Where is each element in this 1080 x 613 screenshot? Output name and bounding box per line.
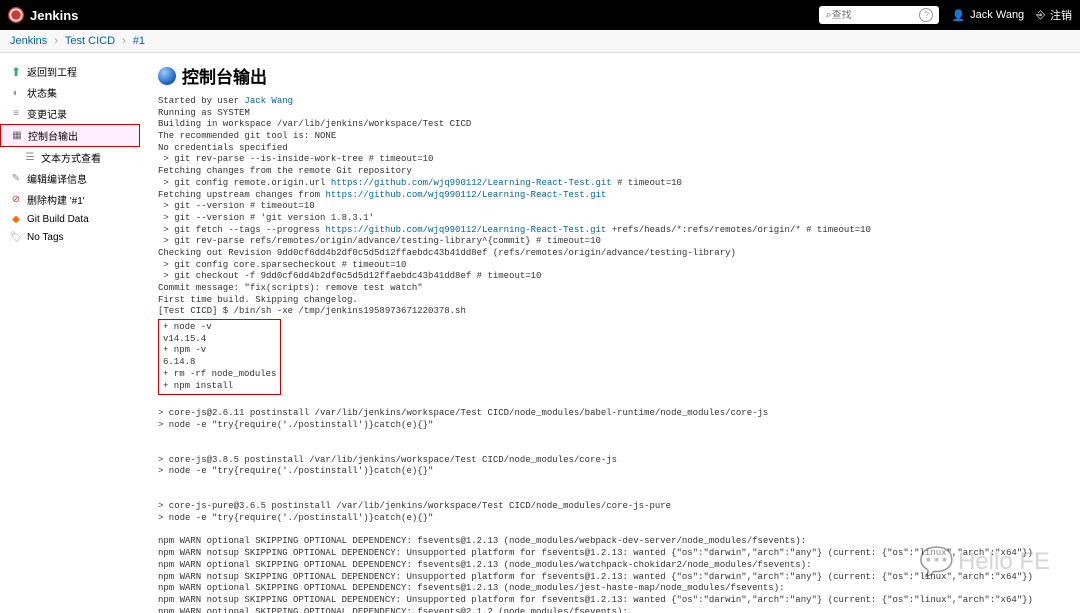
header-right: ⌕ ? 👤 Jack Wang ⎆ 注销 [819,6,1072,24]
breadcrumb-item[interactable]: Jenkins [10,35,47,47]
header-left: Jenkins [8,7,78,23]
git-url-link[interactable]: https://github.com/wjq990112/Learning-Re… [331,178,612,188]
sidebar-item-label: 状态集 [27,85,57,100]
breadcrumb-sep: › [122,35,126,47]
search-input[interactable] [832,10,912,21]
sidebar-item-text-view[interactable]: ☰ 文本方式查看 [0,147,140,168]
sidebar-item-label: 返回到工程 [27,64,77,79]
sidebar-item-console[interactable]: ▦ 控制台输出 [0,124,140,147]
console-text: +refs/heads/*:refs/remotes/origin/* # ti… [158,225,871,317]
jenkins-logo-icon[interactable] [8,7,24,23]
main: ⬆ 返回到工程 ◐ 状态集 ≡ 变更记录 ▦ 控制台输出 ☰ 文本方式查看 ✎ 编辑编译信息… [0,53,1080,613]
sidebar-item-label: Git Build Data [27,214,89,225]
logout-label[interactable]: 注销 [1050,7,1072,23]
breadcrumb-sep: › [54,35,58,47]
status-icon: ◐ [10,87,22,99]
sidebar-item-label: 控制台输出 [28,128,78,143]
globe-icon [158,67,176,85]
breadcrumb: Jenkins › Test CICD › #1 [0,30,1080,53]
breadcrumb-item[interactable]: #1 [133,35,145,47]
sidebar-item-delete[interactable]: ⊘ 删除构建 '#1' [0,189,140,210]
watermark-text: Hello FE [958,548,1050,576]
console-icon: ▦ [11,130,23,142]
logout-section[interactable]: ⎆ 注销 [1036,7,1072,23]
sidebar-item-edit[interactable]: ✎ 编辑编译信息 [0,168,140,189]
arrow-up-icon: ⬆ [10,66,22,78]
console-text: Started by user [158,96,244,106]
highlight-box: + node -v v14.15.4 + npm -v 6.14.8 + rm … [158,319,281,395]
sidebar-item-label: 删除构建 '#1' [27,192,85,207]
app-title[interactable]: Jenkins [30,8,78,23]
console-output: Started by user Jack Wang Running as SYS… [158,96,1062,613]
delete-icon: ⊘ [10,194,22,206]
sidebar-item-tags[interactable]: 🏷 No Tags [0,228,140,246]
content: 控制台输出 Started by user Jack Wang Running … [140,53,1080,613]
git-url-link[interactable]: https://github.com/wjq990112/Learning-Re… [325,190,606,200]
sidebar-item-label: No Tags [27,232,64,243]
text-icon: ☰ [24,152,36,164]
console-text: > core-js@2.6.11 postinstall /var/lib/je… [158,408,1033,613]
header: Jenkins ⌕ ? 👤 Jack Wang ⎆ 注销 [0,0,1080,30]
changes-icon: ≡ [10,108,22,120]
sidebar-item-label: 变更记录 [27,106,67,121]
sidebar-item-changes[interactable]: ≡ 变更记录 [0,103,140,124]
page-title-text: 控制台输出 [182,63,267,88]
wechat-icon: 💬 [919,545,954,578]
user-icon: 👤 [951,9,965,22]
git-url-link[interactable]: https://github.com/wjq990112/Learning-Re… [325,225,606,235]
help-icon[interactable]: ? [919,8,933,22]
edit-icon: ✎ [10,173,22,185]
sidebar: ⬆ 返回到工程 ◐ 状态集 ≡ 变更记录 ▦ 控制台输出 ☰ 文本方式查看 ✎ 编辑编译信息… [0,53,140,613]
user-link[interactable]: Jack Wang [244,96,293,106]
console-text: Running as SYSTEM Building in workspace … [158,108,471,188]
sidebar-item-back[interactable]: ⬆ 返回到工程 [0,61,140,82]
username[interactable]: Jack Wang [970,9,1024,21]
search-box[interactable]: ⌕ ? [819,6,939,24]
git-icon: ◆ [10,213,22,225]
watermark: 💬 Hello FE [919,545,1050,578]
logout-icon: ⎆ [1036,9,1045,22]
sidebar-item-label: 编辑编译信息 [27,171,87,186]
sidebar-item-label: 文本方式查看 [41,150,101,165]
sidebar-item-git[interactable]: ◆ Git Build Data [0,210,140,228]
sidebar-item-status[interactable]: ◐ 状态集 [0,82,140,103]
tag-icon: 🏷 [10,231,22,243]
breadcrumb-item[interactable]: Test CICD [65,35,115,47]
page-title: 控制台输出 [158,63,1062,88]
user-section[interactable]: 👤 Jack Wang [951,9,1024,22]
